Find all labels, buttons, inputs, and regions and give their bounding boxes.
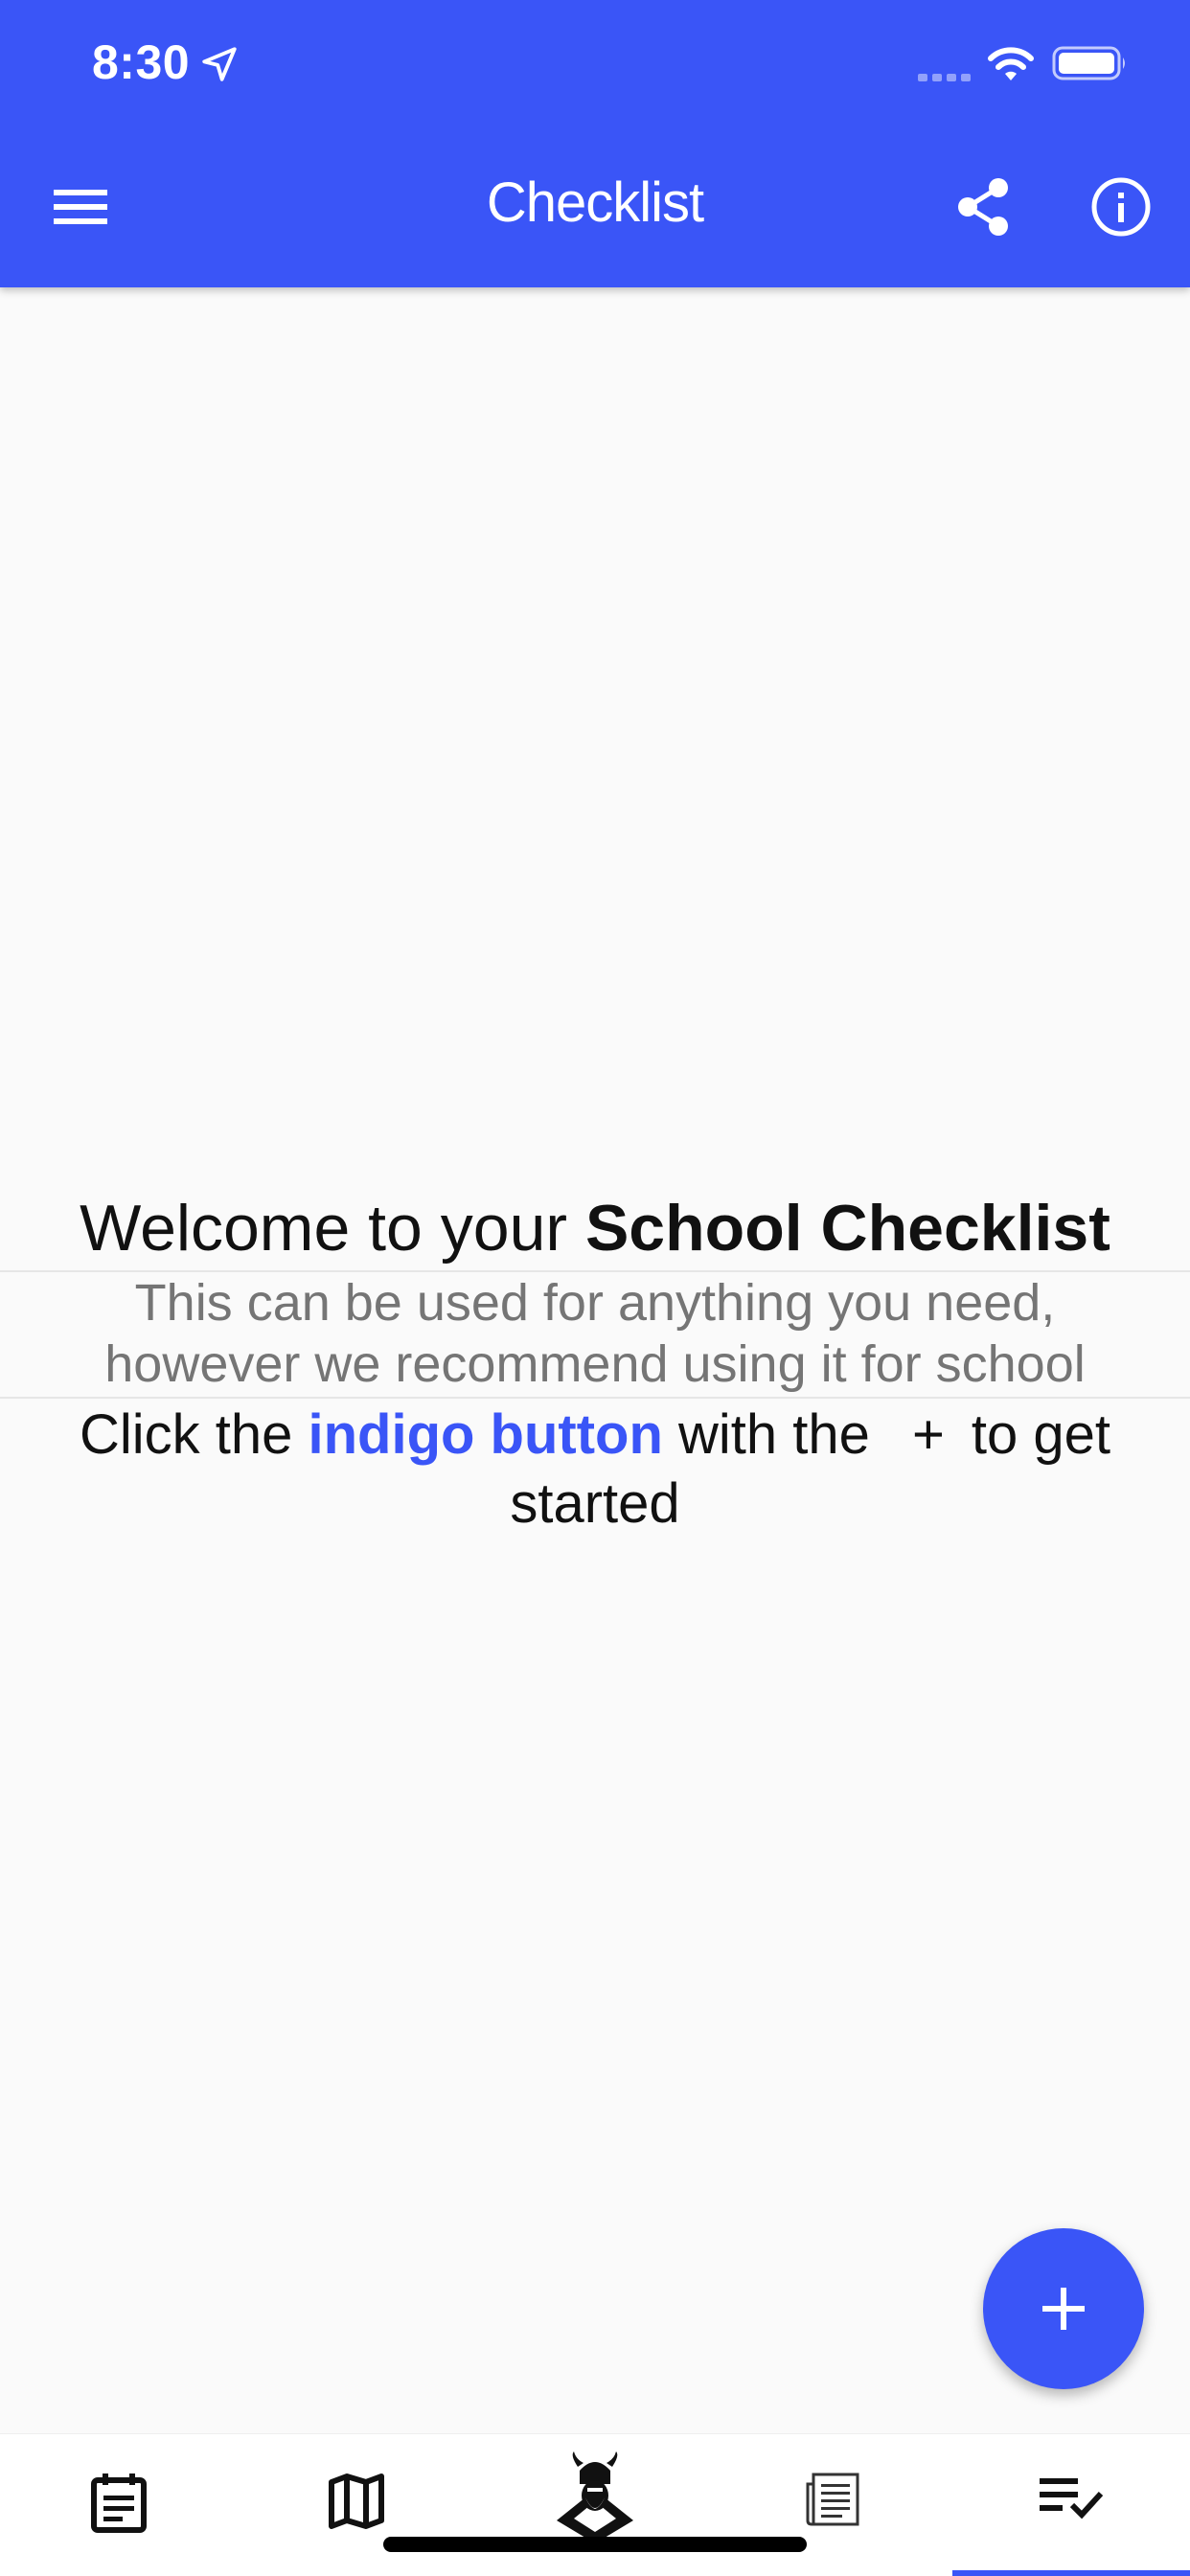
home-indicator[interactable] — [383, 2537, 807, 2552]
battery-icon — [1052, 46, 1125, 80]
instruction-highlight: indigo button — [308, 1403, 663, 1466]
welcome-title-bold: School Checklist — [584, 1192, 1110, 1265]
welcome-instruction: Click the indigo button with the + to get… — [0, 1399, 1190, 1539]
status-time: 8:30 — [92, 35, 191, 89]
hamburger-menu-icon — [54, 190, 107, 224]
share-button[interactable] — [937, 161, 1029, 253]
welcome-subtitle: This can be used for anything you need, … — [0, 1272, 1190, 1399]
location-arrow-icon — [202, 47, 237, 81]
instruction-prefix: Click the — [79, 1403, 309, 1466]
status-bar: 8:30 — [0, 0, 1190, 129]
calendar-notes-icon — [91, 2473, 147, 2533]
bottom-navigation — [0, 2433, 1190, 2576]
menu-button[interactable] — [34, 161, 126, 253]
welcome-title: Welcome to your School Checklist — [0, 1186, 1190, 1272]
map-icon — [329, 2473, 384, 2529]
welcome-subtitle-line-1: This can be used for anything you need, — [134, 1274, 1056, 1332]
nav-item-home[interactable] — [476, 2434, 714, 2576]
welcome-message: Welcome to your School Checklist This ca… — [0, 1186, 1190, 1539]
document-icon — [806, 2473, 859, 2526]
app-bar: 8:30 Checklist — [0, 0, 1190, 287]
playlist-check-icon — [1040, 2478, 1103, 2519]
wifi-icon — [988, 47, 1034, 80]
nav-item-checklist[interactable] — [952, 2434, 1190, 2576]
share-icon — [958, 178, 1008, 236]
instruction-plus-symbol: + — [912, 1403, 945, 1466]
nav-item-map[interactable] — [238, 2434, 475, 2576]
nav-item-notes[interactable] — [0, 2434, 238, 2576]
cellular-signal-icon — [918, 74, 971, 81]
viking-logo-icon — [557, 2451, 633, 2543]
page-title: Checklist — [486, 171, 704, 234]
info-button[interactable] — [1075, 161, 1167, 253]
add-item-button[interactable] — [983, 2228, 1144, 2389]
welcome-title-prefix: Welcome to your — [80, 1192, 585, 1265]
instruction-middle: with the — [662, 1403, 886, 1466]
plus-icon — [1042, 2288, 1085, 2330]
nav-item-news[interactable] — [714, 2434, 951, 2576]
welcome-subtitle-line-2: however we recommend using it for school — [104, 1335, 1086, 1393]
info-icon — [1091, 177, 1151, 237]
